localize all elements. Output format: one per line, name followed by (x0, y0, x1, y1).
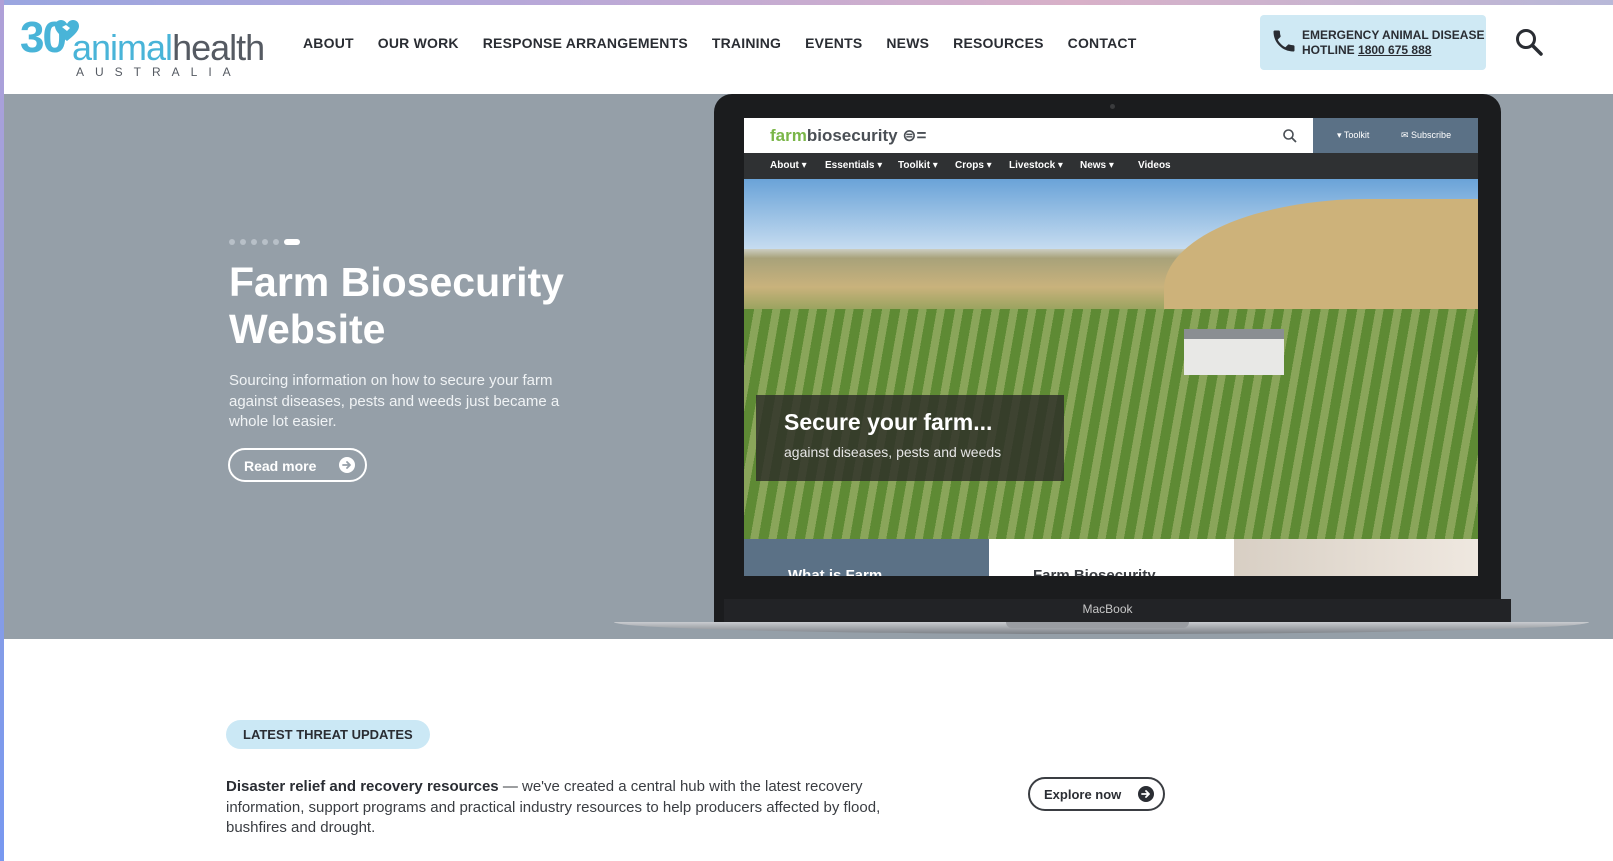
screenshot-search-icon (1283, 129, 1297, 143)
hotline-number-link[interactable]: 1800 675 888 (1358, 43, 1431, 57)
nav-about[interactable]: ABOUT (303, 35, 354, 51)
search-icon[interactable] (1514, 27, 1544, 57)
screenshot-nav-item: Essentials ▾ (825, 160, 883, 171)
screenshot-nav-item: About ▾ (770, 160, 807, 171)
nav-resources[interactable]: RESOURCES (953, 35, 1043, 51)
screenshot-toolkit-link: ▾ Toolkit (1337, 130, 1370, 140)
hotline-line2: HOTLINE 1800 675 888 (1302, 43, 1484, 58)
screenshot-nav-item: Videos (1138, 160, 1171, 171)
screenshot-toolkit-label: Toolkit (1343, 130, 1370, 140)
hotline-label: HOTLINE (1302, 43, 1355, 57)
hotline-text: EMERGENCY ANIMAL DISEASE HOTLINE 1800 67… (1302, 28, 1484, 58)
arrow-right-circle-icon (339, 457, 355, 473)
carousel-dot[interactable] (251, 239, 257, 245)
screenshot-vineyard-photo: Secure your farm... against diseases, pe… (744, 179, 1478, 539)
logo-word-health: health (172, 27, 265, 68)
laptop-notch (1006, 622, 1189, 628)
phone-icon (1273, 30, 1295, 52)
emergency-hotline-box: EMERGENCY ANIMAL DISEASE HOTLINE 1800 67… (1260, 15, 1486, 70)
arrow-right-circle-icon (1138, 786, 1154, 802)
screenshot-top-bar: ▾ Toolkit ✉ Subscribe (1313, 118, 1478, 153)
hero-title: Farm Biosecurity Website (229, 259, 564, 352)
screenshot-tiles: What is Farm Farm Biosecurity (744, 539, 1478, 576)
screenshot-logo-farm: farm (770, 126, 807, 145)
screenshot-nav-item: Livestock ▾ (1009, 160, 1063, 171)
screenshot-nav: About ▾ Essentials ▾ Toolkit ▾ Crops ▾ L… (744, 153, 1478, 179)
hero-description: Sourcing information on how to secure yo… (229, 372, 560, 430)
photo-house (1184, 339, 1284, 375)
nav-training[interactable]: TRAINING (712, 35, 781, 51)
screenshot-tile-2: Farm Biosecurity (989, 539, 1234, 576)
read-more-label: Read more (244, 458, 317, 474)
carousel-dot[interactable] (229, 239, 235, 245)
carousel-dot[interactable] (273, 239, 279, 245)
screenshot-logo-mark: ⊜= (897, 126, 927, 145)
logo-word-animal: animal (72, 27, 173, 68)
nav-response-arrangements[interactable]: RESPONSE ARRANGEMENTS (483, 35, 688, 51)
laptop-mockup: farmbiosecurity ⊜= ▾ Toolkit ✉ Subscribe… (614, 94, 1589, 639)
screenshot-nav-item: News ▾ (1080, 160, 1114, 171)
laptop-screen: farmbiosecurity ⊜= ▾ Toolkit ✉ Subscribe… (744, 118, 1478, 576)
screenshot-caption-subtitle: against diseases, pests and weeds (784, 444, 1002, 460)
screenshot-logo: farmbiosecurity ⊜= (770, 126, 926, 146)
screenshot-caption: Secure your farm... against diseases, pe… (756, 395, 1064, 481)
carousel-dots (229, 239, 300, 245)
laptop-bezel: farmbiosecurity ⊜= ▾ Toolkit ✉ Subscribe… (714, 94, 1511, 624)
screenshot-header: farmbiosecurity ⊜= ▾ Toolkit ✉ Subscribe (744, 118, 1478, 153)
logo-subtitle: AUSTRALIA (76, 65, 242, 79)
threat-update-text: Disaster relief and recovery resources —… (226, 777, 916, 839)
main-nav: ABOUT OUR WORK RESPONSE ARRANGEMENTS TRA… (303, 35, 1160, 51)
screenshot-nav-item: Toolkit ▾ (898, 160, 938, 171)
nav-events[interactable]: EVENTS (805, 35, 862, 51)
screenshot-tile-2-label: Farm Biosecurity (1033, 567, 1156, 576)
screenshot-nav-item: Crops ▾ (955, 160, 992, 171)
screenshot-tile-1: What is Farm (744, 539, 989, 576)
site-logo[interactable]: 30 animalhealth AUSTRALIA (20, 13, 265, 83)
carousel-dot[interactable] (240, 239, 246, 245)
hero-carousel: Farm Biosecurity Website Sourcing inform… (4, 94, 1613, 639)
logo-wordmark: animalhealth (72, 27, 265, 69)
explore-now-button[interactable]: Explore now (1028, 777, 1165, 811)
screenshot-caption-title: Secure your farm... (784, 409, 993, 435)
threat-update-lead: Disaster relief and recovery resources (226, 778, 499, 795)
screenshot-subscribe-link: ✉ Subscribe (1401, 130, 1452, 140)
screenshot-tile-1-label: What is Farm (788, 567, 883, 576)
laptop-brand-label: MacBook (1082, 602, 1133, 616)
hotline-line1: EMERGENCY ANIMAL DISEASE (1302, 28, 1485, 42)
read-more-button[interactable]: Read more (228, 448, 367, 482)
screenshot-subscribe-label: Subscribe (1411, 130, 1452, 140)
carousel-dot[interactable] (284, 239, 300, 245)
screenshot-tile-3 (1234, 539, 1478, 576)
latest-threat-updates-badge: LATEST THREAT UPDATES (226, 720, 430, 749)
explore-now-label: Explore now (1044, 787, 1122, 802)
nav-news[interactable]: NEWS (886, 35, 929, 51)
screenshot-logo-biosecurity: biosecurity (806, 126, 898, 145)
carousel-dot[interactable] (262, 239, 268, 245)
nav-contact[interactable]: CONTACT (1068, 35, 1137, 51)
nav-our-work[interactable]: OUR WORK (378, 35, 459, 51)
site-header: 30 animalhealth AUSTRALIA ABOUT OUR WORK… (4, 5, 1613, 94)
laptop-camera (1110, 104, 1115, 109)
